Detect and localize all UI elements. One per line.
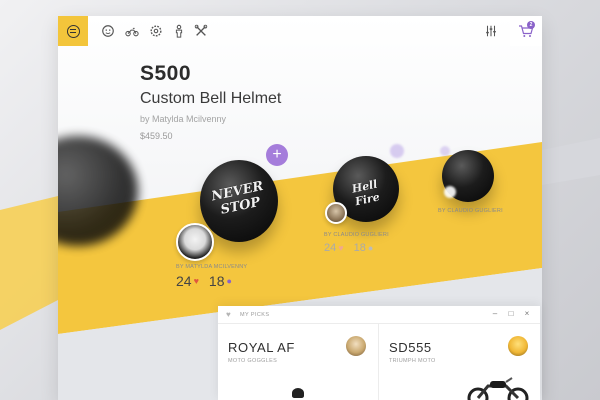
motorcycle-icon[interactable]: [124, 23, 140, 39]
avatar[interactable]: [325, 202, 347, 224]
likes-count: 24: [324, 242, 337, 254]
product-author: by Matylda Mcilvenny: [140, 114, 227, 124]
add-to-picks-button[interactable]: +: [266, 144, 288, 166]
pick-subtitle: TRIUMPH MOTO: [389, 358, 436, 364]
face-icon[interactable]: [100, 23, 116, 39]
pick-name: ROYAL AF: [228, 340, 295, 355]
helmet-stats: 24 ♥ 18 ●: [324, 242, 373, 254]
comments-stat[interactable]: 18 ●: [354, 242, 374, 254]
helmet-card-1[interactable]: NEVER STOP: [200, 160, 278, 242]
product-price: $459.50: [140, 131, 173, 141]
my-picks-header: ♥ MY PICKS – □ ×: [218, 306, 540, 324]
helmet-thumbnail: [292, 388, 304, 398]
tools-icon[interactable]: [193, 23, 209, 39]
heart-icon: ♥: [226, 310, 231, 319]
maximize-icon[interactable]: □: [506, 309, 516, 319]
helmet-artwork: NEVER STOP: [210, 178, 265, 218]
decorative-dot: [444, 186, 456, 198]
decorative-dot: [390, 144, 404, 158]
heart-icon: ♥: [193, 276, 199, 286]
menu-icon: [66, 24, 80, 38]
helmet-creator: BY MATYLDA MCILVENNY: [176, 264, 248, 270]
comment-icon: ●: [226, 276, 232, 286]
heart-icon: ♥: [338, 243, 344, 253]
filters-icon[interactable]: [483, 23, 499, 39]
my-picks-title: MY PICKS: [240, 312, 270, 318]
decorative-dot: [440, 146, 450, 156]
pick-card[interactable]: SD555 TRIUMPH MOTO: [379, 324, 540, 400]
comments-count: 18: [353, 242, 366, 254]
helmet-artwork: [448, 164, 487, 172]
helmet-stats: 24 ♥ 18 ●: [176, 273, 232, 289]
close-icon[interactable]: ×: [522, 309, 532, 319]
comments-stat[interactable]: 18 ●: [209, 273, 232, 289]
product-name: Custom Bell Helmet: [140, 90, 282, 107]
comment-icon: ●: [367, 243, 374, 253]
helmet-creator: BY CLAUDIO GUGLIERI: [324, 232, 389, 238]
helmet-artwork: Hell Fire: [350, 177, 381, 209]
likes-stat[interactable]: 24 ♥: [324, 242, 344, 254]
likes-stat[interactable]: 24 ♥: [176, 273, 199, 289]
pick-subtitle: MOTO GOGGLES: [228, 358, 278, 364]
person-icon[interactable]: [171, 23, 187, 39]
menu-button[interactable]: [58, 16, 88, 46]
avatar: [508, 336, 528, 356]
avatar: [346, 336, 366, 356]
comments-count: 18: [208, 273, 225, 289]
my-picks-panel: ♥ MY PICKS – □ × ROYAL AF MOTO GOGGLES S…: [218, 306, 540, 400]
cart-count-badge: 2: [527, 21, 535, 29]
pick-name: SD555: [389, 340, 432, 355]
minimize-icon[interactable]: –: [490, 309, 500, 319]
pick-card[interactable]: ROYAL AF MOTO GOGGLES: [218, 324, 379, 400]
likes-count: 24: [176, 273, 192, 289]
cart-button[interactable]: 2: [510, 16, 542, 46]
product-code: S500: [140, 62, 192, 85]
settings-icon[interactable]: [148, 23, 164, 39]
avatar[interactable]: [176, 223, 214, 261]
helmet-creator: BY CLAUDIO GUGLIERI: [438, 208, 503, 214]
motorcycle-thumbnail: [467, 377, 529, 400]
toolbar: 2: [58, 16, 542, 46]
